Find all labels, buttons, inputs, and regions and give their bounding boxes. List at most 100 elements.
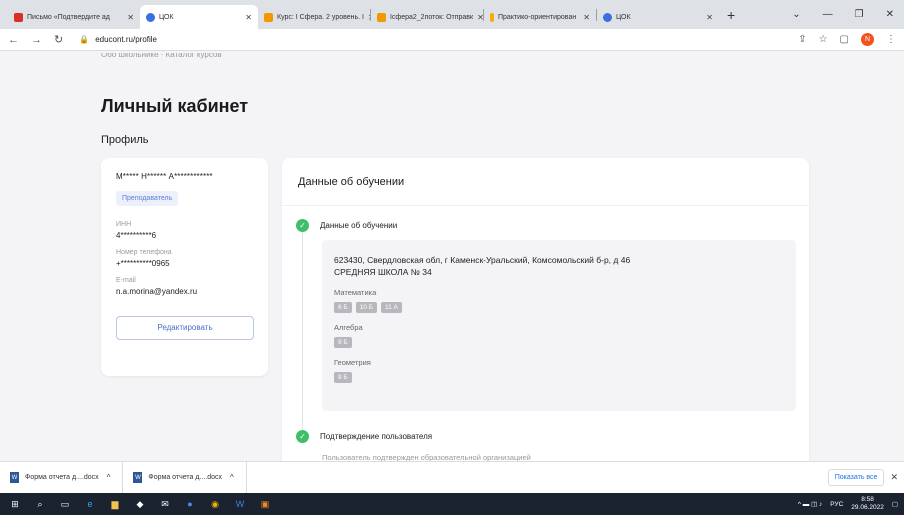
explorer-icon[interactable]: ▆ bbox=[108, 497, 122, 511]
site-icon bbox=[603, 12, 612, 22]
user-full-name: М***** Н****** А************ bbox=[116, 172, 213, 181]
tab-title: Курс: I Сфера. 2 уровень. I bbox=[277, 13, 364, 21]
close-icon[interactable]: ✕ bbox=[123, 13, 134, 22]
download-filename: Форма отчета д....docx bbox=[25, 474, 99, 481]
chevron-up-icon[interactable]: ^ bbox=[230, 473, 234, 482]
download-item[interactable]: W Форма отчета д....docx ^ bbox=[10, 461, 124, 494]
close-icon[interactable]: ✕ bbox=[364, 13, 370, 22]
grade-chip: 9 Б bbox=[334, 337, 352, 348]
store-icon[interactable]: ◆ bbox=[133, 497, 147, 511]
browser-tabbar: Письмо «Подтвердите ад ✕ ЦОК ✕ Курс: I С… bbox=[0, 0, 904, 29]
close-icon[interactable]: ✕ bbox=[890, 472, 898, 483]
windows-start-icon[interactable]: ⊞ bbox=[8, 497, 22, 511]
sidepanel-icon[interactable]: ▢ bbox=[840, 34, 849, 45]
download-item[interactable]: W Форма отчета д....docx ^ bbox=[133, 461, 247, 494]
close-icon[interactable]: ✕ bbox=[702, 13, 713, 22]
check-icon: ✓ bbox=[296, 219, 309, 232]
browser-tab[interactable]: Icфера2_2поток: Отправк ✕ bbox=[371, 5, 483, 29]
show-all-downloads-button[interactable]: Показать все bbox=[827, 469, 885, 486]
word-icon[interactable]: W bbox=[233, 497, 247, 511]
section-title: Профиль bbox=[101, 134, 149, 146]
grade-chip: 10 Б bbox=[355, 302, 377, 313]
phone-value: +**********0965 bbox=[116, 259, 170, 268]
tab-title: ЦОК bbox=[159, 13, 174, 21]
chrome-icon[interactable]: ◉ bbox=[208, 497, 222, 511]
step-label: Данные об обучении bbox=[320, 221, 398, 230]
forward-arrow-icon[interactable]: → bbox=[31, 34, 42, 46]
edge-icon[interactable]: e bbox=[83, 497, 97, 511]
browser-tab[interactable]: Письмо «Подтвердите ад ✕ bbox=[8, 5, 140, 29]
task-view-icon[interactable]: ▭ bbox=[58, 497, 72, 511]
download-filename: Форма отчета д....docx bbox=[148, 474, 223, 481]
reload-icon[interactable]: ↻ bbox=[54, 33, 63, 46]
page-content: Обо школьнике · Каталог курсов Личный ка… bbox=[0, 51, 904, 461]
chevron-up-icon[interactable]: ^ bbox=[107, 473, 111, 482]
back-arrow-icon[interactable]: ← bbox=[8, 34, 19, 46]
word-doc-icon: W bbox=[133, 472, 143, 483]
address-bar: ← → ↻ 🔒 educont.ru/profile ⇪ ☆ ▢ N ⋮ bbox=[0, 29, 904, 51]
subject-name: Алгебра bbox=[334, 323, 363, 332]
language-indicator[interactable]: РУС bbox=[830, 501, 843, 508]
browser-tab[interactable]: ЦОК ✕ bbox=[597, 5, 719, 29]
browser-tab[interactable]: Практико-ориентирован ✕ bbox=[484, 5, 596, 29]
breadcrumb[interactable]: Обо школьнике · Каталог курсов bbox=[101, 53, 222, 61]
tab-title: Icфера2_2поток: Отправк bbox=[390, 13, 474, 21]
grade-chip: 11 А bbox=[381, 302, 402, 313]
grade-chip: 9 Б bbox=[334, 372, 352, 383]
system-tray: ^ ▬ ◫ ♪ РУС 8:58 29.06.2022 ▢ bbox=[798, 496, 904, 512]
search-icon[interactable]: ⌕ bbox=[33, 497, 47, 511]
mail-icon[interactable]: ✉ bbox=[158, 497, 172, 511]
tab-title: Письмо «Подтвердите ад bbox=[27, 13, 110, 21]
new-tab-button[interactable]: + bbox=[727, 7, 735, 23]
edit-profile-button[interactable]: Редактировать bbox=[116, 316, 254, 340]
browser-tab-active[interactable]: ЦОК ✕ bbox=[140, 5, 258, 29]
url-field[interactable]: 🔒 educont.ru/profile bbox=[79, 35, 157, 44]
grade-list: 9 Б bbox=[334, 372, 784, 383]
window-controls: ⌄ — ❐ ✕ bbox=[792, 0, 904, 29]
word-doc-icon: W bbox=[10, 472, 19, 483]
profile-avatar[interactable]: N bbox=[861, 33, 874, 46]
role-badge: Преподаватель bbox=[116, 191, 179, 206]
subjects-list: Математика 6 Б 10 Б 11 А Алгебра 9 Б Гео… bbox=[334, 288, 784, 383]
education-card-title: Данные об обучении bbox=[282, 158, 809, 206]
tab-title: Практико-ориентирован bbox=[498, 13, 577, 21]
inn-value: 4**********6 bbox=[116, 231, 157, 240]
app-icon[interactable]: ● bbox=[183, 497, 197, 511]
email-value: n.a.morina@yandex.ru bbox=[116, 287, 198, 296]
close-icon[interactable]: ✕ bbox=[473, 13, 483, 22]
grade-list: 6 Б 10 Б 11 А bbox=[334, 302, 784, 313]
step-label: Подтверждение пользователя bbox=[320, 432, 433, 441]
minimize-button[interactable]: — bbox=[823, 9, 833, 20]
url-text: educont.ru/profile bbox=[95, 35, 158, 44]
profile-card: М***** Н****** А************ Преподавате… bbox=[101, 158, 268, 376]
school-address: 623430, Свердловская обл, г Каменск-Урал… bbox=[334, 255, 631, 277]
menu-dots-icon[interactable]: ⋮ bbox=[886, 34, 896, 45]
doc-icon bbox=[490, 12, 494, 22]
bookmark-star-icon[interactable]: ☆ bbox=[819, 34, 828, 45]
education-card: Данные об обучении ✓ Данные об обучении … bbox=[282, 158, 809, 461]
browser-tab[interactable]: Курс: I Сфера. 2 уровень. I ✕ bbox=[258, 5, 370, 29]
subject-name: Геометрия bbox=[334, 358, 371, 367]
moodle-icon bbox=[377, 12, 386, 22]
school-info-box: 623430, Свердловская обл, г Каменск-Урал… bbox=[322, 240, 796, 411]
phone-label: Номер телефона bbox=[116, 249, 172, 256]
clock[interactable]: 8:58 29.06.2022 bbox=[851, 496, 884, 512]
check-icon: ✓ bbox=[296, 430, 309, 443]
notification-icon[interactable]: ▢ bbox=[892, 500, 898, 508]
lock-icon: 🔒 bbox=[79, 35, 90, 44]
maximize-button[interactable]: ❐ bbox=[855, 9, 864, 20]
toolbar-right: ⇪ ☆ ▢ N ⋮ bbox=[798, 33, 896, 46]
step-education-data: ✓ Данные об обучении bbox=[296, 219, 397, 232]
close-icon[interactable]: ✕ bbox=[241, 13, 252, 22]
grade-list: 9 Б bbox=[334, 337, 784, 348]
share-icon[interactable]: ⇪ bbox=[798, 34, 806, 45]
paint-icon[interactable]: ▣ bbox=[258, 497, 272, 511]
clock-time: 8:58 bbox=[861, 496, 874, 503]
close-icon[interactable]: ✕ bbox=[579, 13, 590, 22]
inn-label: ИНН bbox=[116, 221, 132, 228]
tray-icons[interactable]: ^ ▬ ◫ ♪ bbox=[798, 500, 822, 508]
tab-title: ЦОК bbox=[616, 13, 631, 21]
step-user-confirmation: ✓ Подтверждение пользователя bbox=[296, 430, 432, 443]
tab-search-icon[interactable]: ⌄ bbox=[792, 9, 800, 20]
close-window-button[interactable]: ✕ bbox=[886, 9, 894, 20]
